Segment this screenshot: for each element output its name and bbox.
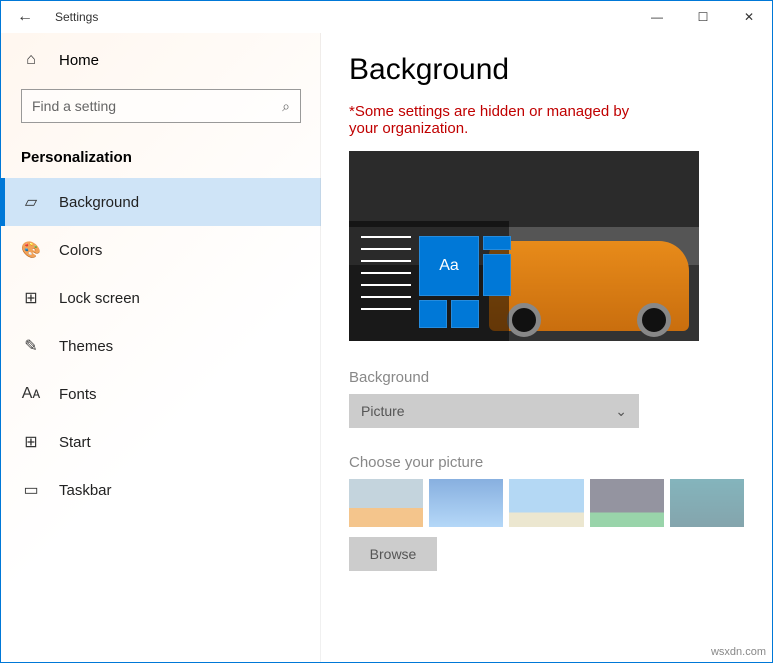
picture-thumb[interactable] <box>670 479 744 527</box>
preview-car <box>489 241 689 331</box>
watermark: wsxdn.com <box>711 646 766 658</box>
home-label: Home <box>59 52 99 69</box>
page-title: Background <box>349 53 744 87</box>
chevron-down-icon: ⌄ <box>615 403 627 420</box>
sidebar-item-themes[interactable]: ✎ Themes <box>1 322 321 370</box>
main-panel: Background *Some settings are hidden or … <box>321 33 772 662</box>
taskbar-icon: ▭ <box>21 480 41 500</box>
picture-thumb[interactable] <box>349 479 423 527</box>
sidebar-item-label: Taskbar <box>59 482 112 499</box>
picture-thumb[interactable] <box>590 479 664 527</box>
fonts-icon: Aᴀ <box>21 385 41 403</box>
choose-picture-label: Choose your picture <box>349 454 744 471</box>
browse-button[interactable]: Browse <box>349 537 437 571</box>
preview-startmenu: Aa <box>349 221 509 341</box>
sidebar-item-label: Fonts <box>59 386 97 403</box>
start-icon: ⊞ <box>21 432 41 452</box>
background-preview: Aa <box>349 151 699 341</box>
section-label: Personalization <box>1 141 321 178</box>
window-title: Settings <box>55 10 98 24</box>
palette-icon: 🎨 <box>21 240 41 260</box>
background-field-label: Background <box>349 369 744 386</box>
search-input[interactable]: Find a setting ⌕ <box>21 89 301 123</box>
sidebar-item-label: Background <box>59 194 139 211</box>
sidebar-item-start[interactable]: ⊞ Start <box>1 418 321 466</box>
home-icon: ⌂ <box>21 51 41 69</box>
close-button[interactable]: ✕ <box>726 1 772 33</box>
themes-icon: ✎ <box>21 336 41 356</box>
sidebar-item-label: Lock screen <box>59 290 140 307</box>
titlebar: ← Settings — ☐ ✕ <box>1 1 772 33</box>
picture-thumb[interactable] <box>509 479 583 527</box>
sidebar-item-label: Start <box>59 434 91 451</box>
back-button[interactable]: ← <box>9 1 41 33</box>
sidebar-item-label: Colors <box>59 242 102 259</box>
picture-icon: ▱ <box>21 192 41 212</box>
picture-thumb[interactable] <box>429 479 503 527</box>
picture-thumbnails <box>349 479 744 527</box>
policy-warning: *Some settings are hidden or managed by … <box>349 103 649 137</box>
sidebar-item-background[interactable]: ▱ Background <box>1 178 321 226</box>
minimize-button[interactable]: — <box>634 1 680 33</box>
background-value: Picture <box>361 403 405 419</box>
sidebar-item-fonts[interactable]: Aᴀ Fonts <box>1 370 321 418</box>
search-placeholder: Find a setting <box>32 98 116 114</box>
sidebar-item-colors[interactable]: 🎨 Colors <box>1 226 321 274</box>
nav-list: ▱ Background 🎨 Colors ⊞ Lock screen ✎ Th… <box>1 178 321 514</box>
sidebar-item-lockscreen[interactable]: ⊞ Lock screen <box>1 274 321 322</box>
background-combobox[interactable]: Picture ⌄ <box>349 394 639 428</box>
search-icon: ⌕ <box>282 98 290 115</box>
sidebar-item-label: Themes <box>59 338 113 355</box>
lock-screen-icon: ⊞ <box>21 288 41 308</box>
maximize-button[interactable]: ☐ <box>680 1 726 33</box>
sidebar: ⌂ Home Find a setting ⌕ Personalization … <box>1 33 321 662</box>
home-link[interactable]: ⌂ Home <box>1 33 321 79</box>
sidebar-item-taskbar[interactable]: ▭ Taskbar <box>1 466 321 514</box>
preview-tile: Aa <box>419 236 479 296</box>
